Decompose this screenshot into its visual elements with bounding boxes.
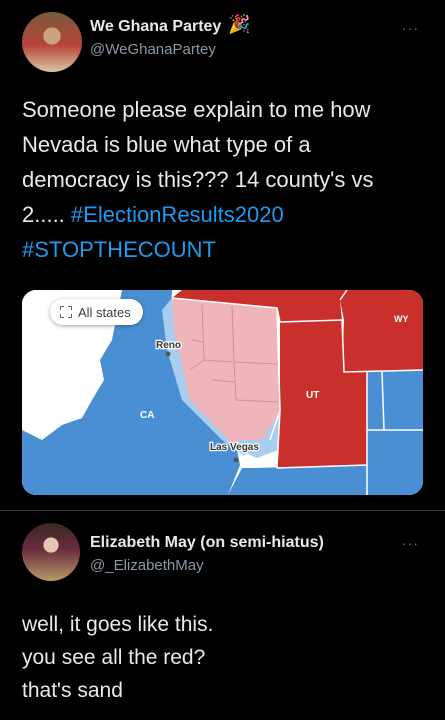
tweet-text-line: well, it goes like this. [22,613,214,636]
more-options-icon[interactable]: ··· [402,535,419,551]
tweet-text-line: that's sand [22,679,123,702]
display-name[interactable]: Elizabeth May (on semi-hiatus) [90,534,324,552]
avatar[interactable] [22,523,80,581]
tweet-text: well, it goes like this. you see all the… [22,608,432,707]
user-handle[interactable]: @_ElizabethMay [90,557,204,574]
tweet-text-line: you see all the red? [22,646,206,669]
tweet-reply[interactable]: Elizabeth May (on semi-hiatus) @_Elizabe… [0,0,445,720]
